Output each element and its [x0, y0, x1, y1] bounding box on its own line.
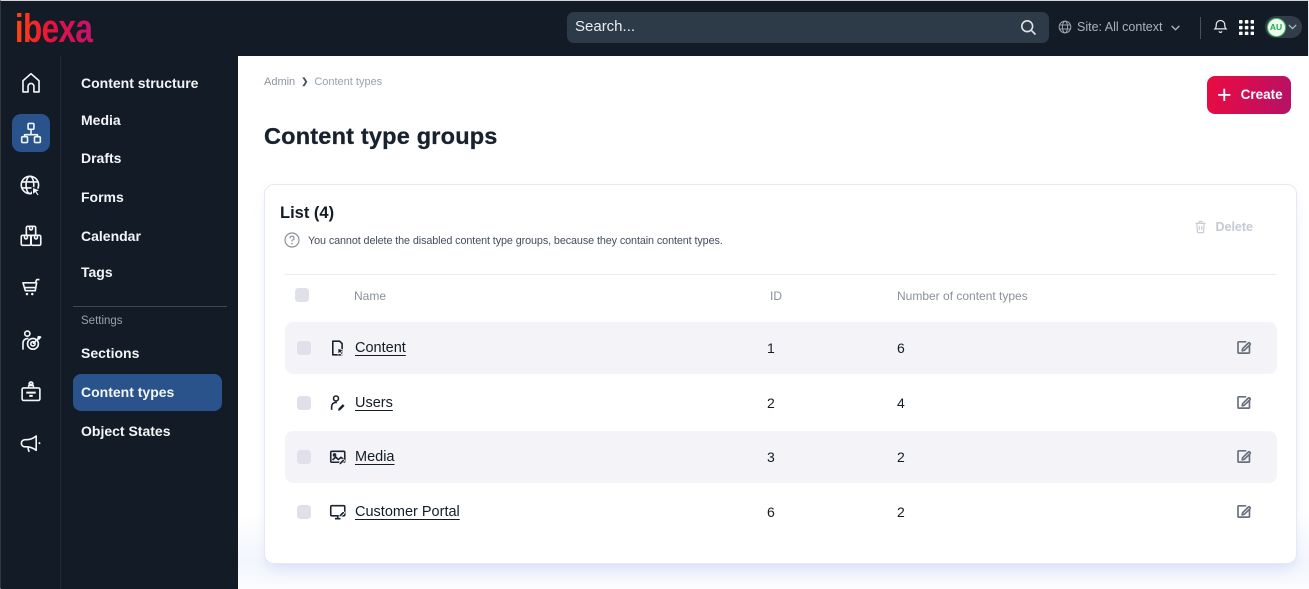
svg-text:ibexa: ibexa	[17, 12, 94, 46]
